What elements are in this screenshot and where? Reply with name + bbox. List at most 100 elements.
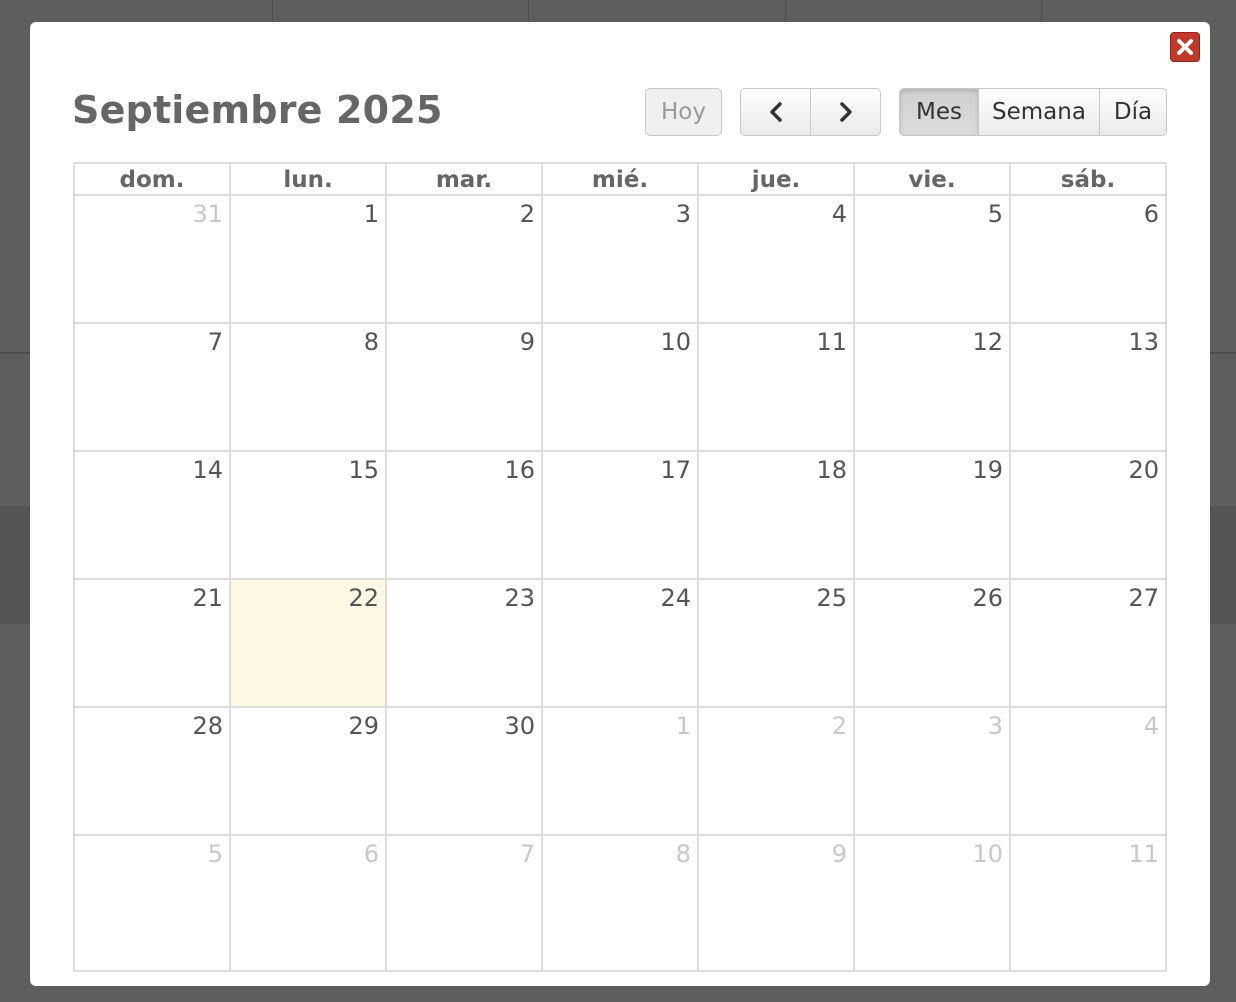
day-number: 16	[504, 456, 535, 484]
day-cell[interactable]: 5	[853, 194, 1011, 324]
day-cell[interactable]: 26	[853, 578, 1011, 708]
day-number: 14	[192, 456, 223, 484]
day-number: 11	[816, 328, 847, 356]
day-number: 27	[1128, 584, 1159, 612]
weekday-header: dom.	[73, 162, 231, 196]
day-number: 7	[519, 840, 535, 868]
day-cell[interactable]: 14	[73, 450, 231, 580]
background-divider	[1041, 0, 1042, 22]
background-divider	[1210, 352, 1236, 354]
day-cell[interactable]: 23	[385, 578, 543, 708]
week-row: 7 8 9 10 11 12 13	[73, 322, 1167, 452]
day-cell[interactable]: 15	[229, 450, 387, 580]
day-number: 30	[504, 712, 535, 740]
day-number: 15	[348, 456, 379, 484]
day-number: 26	[972, 584, 1003, 612]
day-number: 23	[504, 584, 535, 612]
day-cell[interactable]: 21	[73, 578, 231, 708]
day-cell[interactable]: 29	[229, 706, 387, 836]
day-cell[interactable]: 4	[697, 194, 855, 324]
day-number: 24	[660, 584, 691, 612]
day-number: 21	[192, 584, 223, 612]
day-cell[interactable]: 9	[385, 322, 543, 452]
day-number: 20	[1128, 456, 1159, 484]
day-number: 8	[363, 328, 379, 356]
day-number: 29	[348, 712, 379, 740]
day-cell[interactable]: 1	[541, 706, 699, 836]
day-cell[interactable]: 20	[1009, 450, 1167, 580]
weekday-header: sáb.	[1009, 162, 1167, 196]
day-cell[interactable]: 5	[73, 834, 231, 972]
close-button[interactable]	[1170, 32, 1200, 62]
day-number: 10	[972, 840, 1003, 868]
day-number: 5	[207, 840, 223, 868]
next-month-button[interactable]	[810, 88, 881, 136]
day-number: 4	[831, 200, 847, 228]
day-cell[interactable]: 10	[541, 322, 699, 452]
weekday-header: mar.	[385, 162, 543, 196]
day-number: 4	[1143, 712, 1159, 740]
day-cell[interactable]: 4	[1009, 706, 1167, 836]
day-cell[interactable]: 7	[73, 322, 231, 452]
day-cell[interactable]: 6	[1009, 194, 1167, 324]
day-cell[interactable]: 19	[853, 450, 1011, 580]
day-cell[interactable]: 13	[1009, 322, 1167, 452]
day-cell[interactable]: 9	[697, 834, 855, 972]
background-divider	[785, 0, 786, 22]
weekday-header: vie.	[853, 162, 1011, 196]
weekday-header: lun.	[229, 162, 387, 196]
month-view-button[interactable]: Mes	[899, 88, 979, 136]
week-row: 14 15 16 17 18 19 20	[73, 450, 1167, 580]
day-cell[interactable]: 12	[853, 322, 1011, 452]
week-row: 21 22 23 24 25 26 27	[73, 578, 1167, 708]
day-view-button[interactable]: Día	[1099, 88, 1167, 136]
day-cell[interactable]: 7	[385, 834, 543, 972]
day-number: 9	[831, 840, 847, 868]
day-cell[interactable]: 31	[73, 194, 231, 324]
day-number: 18	[816, 456, 847, 484]
today-button[interactable]: Hoy	[645, 88, 722, 136]
calendar-title: Septiembre 2025	[72, 88, 443, 132]
day-number: 31	[192, 200, 223, 228]
day-cell[interactable]: 25	[697, 578, 855, 708]
day-number: 10	[660, 328, 691, 356]
day-cell[interactable]: 1	[229, 194, 387, 324]
day-cell[interactable]: 28	[73, 706, 231, 836]
day-number: 17	[660, 456, 691, 484]
day-cell[interactable]: 17	[541, 450, 699, 580]
day-number: 25	[816, 584, 847, 612]
day-cell[interactable]: 16	[385, 450, 543, 580]
day-number: 9	[519, 328, 535, 356]
month-grid: dom. lun. mar. mié. jue. vie. sáb. 31 1 2 3…	[73, 162, 1167, 972]
day-cell[interactable]: 2	[385, 194, 543, 324]
day-cell[interactable]: 11	[1009, 834, 1167, 972]
day-number: 1	[363, 200, 379, 228]
day-number: 22	[348, 584, 379, 612]
day-cell[interactable]: 3	[853, 706, 1011, 836]
close-icon	[1177, 39, 1193, 55]
week-row: 5 6 7 8 9 10 11	[73, 834, 1167, 972]
day-number: 7	[207, 328, 223, 356]
day-cell-today[interactable]: 22	[229, 578, 387, 708]
day-cell[interactable]: 8	[229, 322, 387, 452]
day-cell[interactable]: 3	[541, 194, 699, 324]
day-cell[interactable]: 2	[697, 706, 855, 836]
day-number: 3	[987, 712, 1003, 740]
prev-month-button[interactable]	[740, 88, 811, 136]
background-divider	[0, 352, 30, 354]
day-number: 12	[972, 328, 1003, 356]
day-number: 3	[675, 200, 691, 228]
day-cell[interactable]: 30	[385, 706, 543, 836]
day-cell[interactable]: 8	[541, 834, 699, 972]
day-number: 13	[1128, 328, 1159, 356]
day-number: 1	[675, 712, 691, 740]
day-cell[interactable]: 24	[541, 578, 699, 708]
day-cell[interactable]: 10	[853, 834, 1011, 972]
day-cell[interactable]: 27	[1009, 578, 1167, 708]
chevron-right-icon	[839, 102, 852, 122]
day-cell[interactable]: 11	[697, 322, 855, 452]
week-view-button[interactable]: Semana	[978, 88, 1100, 136]
day-cell[interactable]: 6	[229, 834, 387, 972]
day-cell[interactable]: 18	[697, 450, 855, 580]
day-number: 8	[675, 840, 691, 868]
